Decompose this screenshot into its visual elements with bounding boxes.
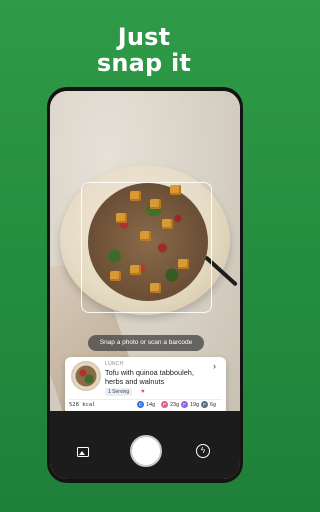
chevron-right-icon[interactable]: › xyxy=(213,361,216,371)
macro-value: 6g xyxy=(210,402,217,408)
divider xyxy=(69,399,222,400)
headline-line-2: snap it xyxy=(96,49,192,77)
macro-value: 23g xyxy=(170,402,180,408)
calories-value: 528 kcal xyxy=(69,402,96,408)
meal-thumbnail xyxy=(71,361,101,391)
meal-name: Tofu with quinoa tabbouleh, herbs and wa… xyxy=(105,368,194,386)
headline-line-1: Just xyxy=(117,23,171,51)
heart-icon[interactable]: ♥ xyxy=(141,388,145,396)
macro-badge: P xyxy=(161,401,168,409)
meal-result-card[interactable]: LUNCH Tofu with quinoa tabbouleh, herbs … xyxy=(65,357,226,415)
phone-frame: Snap a photo or scan a barcode LUNCH Tof… xyxy=(47,87,243,483)
camera-screen: Snap a photo or scan a barcode LUNCH Tof… xyxy=(50,91,240,479)
headline: Just snap it xyxy=(0,24,288,76)
shutter-button[interactable] xyxy=(130,435,162,467)
macro-carbs: C 14g xyxy=(137,401,155,410)
macro-badge: F xyxy=(201,401,208,409)
scan-hint: Snap a photo or scan a barcode xyxy=(88,335,204,351)
macro-fat: F 19g xyxy=(181,401,199,410)
gallery-icon[interactable] xyxy=(77,447,89,457)
scan-frame xyxy=(81,182,212,313)
macro-fiber: F 6g xyxy=(201,401,216,410)
macro-protein: P 23g xyxy=(161,401,179,410)
serving-badge[interactable]: 1 Serving xyxy=(105,388,133,396)
macro-value: 19g xyxy=(190,402,200,408)
macro-badge: C xyxy=(137,401,144,409)
flash-icon[interactable]: ϟ xyxy=(196,444,210,458)
macro-badge: F xyxy=(181,401,188,409)
meal-type-label: LUNCH xyxy=(105,361,124,367)
macro-value: 14g xyxy=(146,402,156,408)
